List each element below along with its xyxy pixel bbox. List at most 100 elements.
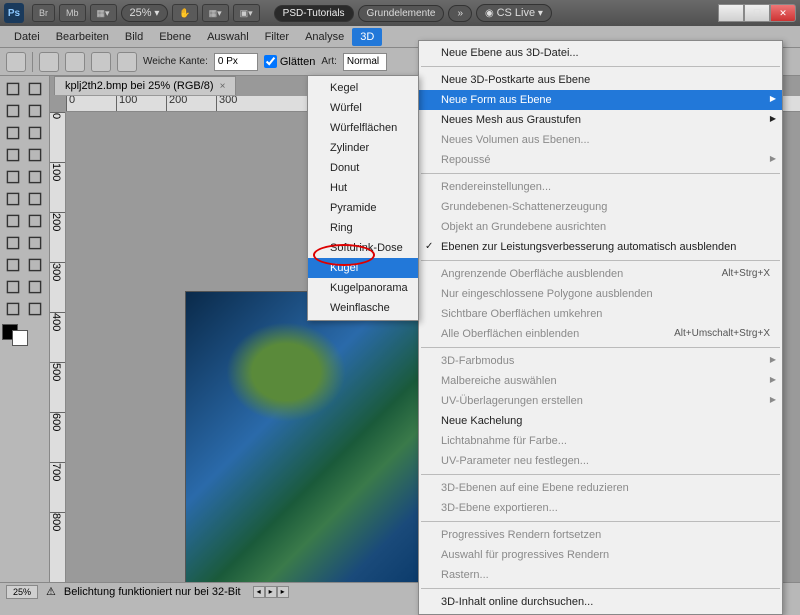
app-logo: Ps	[4, 3, 24, 23]
shape-wrfelflchen[interactable]: Würfelflächen	[308, 118, 418, 138]
shape-zylinder[interactable]: Zylinder	[308, 138, 418, 158]
pen-tool[interactable]	[2, 232, 24, 254]
gradient-tool[interactable]	[24, 188, 46, 210]
arrange-documents-icon[interactable]: ▦▾	[202, 4, 229, 22]
menu-ebene[interactable]: Ebene	[151, 28, 199, 46]
minimize-button[interactable]: —	[718, 4, 744, 22]
cs-live-button[interactable]: ◉ CS Live ▾	[476, 4, 552, 22]
feather-input[interactable]	[214, 53, 258, 71]
view-extras-button[interactable]: ▦▾	[90, 4, 117, 22]
shape-kegel[interactable]: Kegel	[308, 78, 418, 98]
eraser-tool[interactable]	[2, 188, 24, 210]
3d-menu-item[interactable]: Neue Ebene aus 3D-Datei...	[419, 43, 782, 63]
scroll-left-icon[interactable]: ◂	[253, 586, 265, 598]
hand-tool[interactable]	[2, 298, 24, 320]
3d-menu-item: Grundebenen-Schattenerzeugung	[419, 197, 782, 217]
close-button[interactable]: ✕	[770, 4, 796, 22]
menu-filter[interactable]: Filter	[257, 28, 297, 46]
eyedropper-tool[interactable]	[24, 122, 46, 144]
titlebar: Ps Br Mb ▦▾ 25% ▾ ✋ ▦▾ ▣▾ PSD-Tutorials …	[0, 0, 800, 26]
shape-donut[interactable]: Donut	[308, 158, 418, 178]
lasso-tool[interactable]	[2, 100, 24, 122]
3d-menu-item: Neues Volumen aus Ebenen...	[419, 130, 782, 150]
menu-datei[interactable]: Datei	[6, 28, 48, 46]
3d-menu-item: Repoussé▶	[419, 150, 782, 170]
zoom-level[interactable]: 25% ▾	[121, 4, 169, 22]
3d-menu-item: Malbereiche auswählen▶	[419, 371, 782, 391]
psd-tutorials-link[interactable]: PSD-Tutorials	[274, 5, 354, 22]
scroll-right-icon[interactable]: ▸	[277, 586, 289, 598]
shape-hut[interactable]: Hut	[308, 178, 418, 198]
status-message: Belichtung funktioniert nur bei 32-Bit	[64, 586, 241, 598]
window-controls: — ☐ ✕	[718, 4, 796, 22]
history-tool[interactable]	[24, 166, 46, 188]
bridge-button[interactable]: Br	[32, 4, 55, 22]
menu-bild[interactable]: Bild	[117, 28, 151, 46]
3d-menu-item[interactable]: Neue 3D-Postkarte aus Ebene	[419, 70, 782, 90]
brush-tool[interactable]	[24, 144, 46, 166]
style-label: Art:	[321, 56, 337, 67]
shape-kugel[interactable]: Kugel	[308, 258, 418, 278]
document-image[interactable]	[186, 292, 426, 582]
shape-weinflasche[interactable]: Weinflasche	[308, 298, 418, 318]
style-select[interactable]	[343, 53, 387, 71]
stamp-tool[interactable]	[2, 166, 24, 188]
shape-softdrinkdose[interactable]: Softdrink-Dose	[308, 238, 418, 258]
shape-tool[interactable]	[24, 254, 46, 276]
antialias-checkbox[interactable]: Glätten	[264, 55, 315, 68]
3d-menu-item: Nur eingeschlossene Polygone ausblenden	[419, 284, 782, 304]
3d-menu-item: UV-Parameter neu festlegen...	[419, 451, 782, 471]
zoom-tool[interactable]	[24, 298, 46, 320]
color-swatches[interactable]	[2, 324, 47, 346]
selection-intersect-icon[interactable]	[117, 52, 137, 72]
tool-preset-icon[interactable]	[6, 52, 26, 72]
shape-pyramide[interactable]: Pyramide	[308, 198, 418, 218]
menu-analyse[interactable]: Analyse	[297, 28, 352, 46]
selection-subtract-icon[interactable]	[91, 52, 111, 72]
close-tab-icon[interactable]: ×	[220, 81, 226, 92]
wand-tool[interactable]	[24, 100, 46, 122]
screen-mode-icon[interactable]: ▣▾	[233, 4, 260, 22]
3d-menu-item: Alle Oberflächen einblendenAlt+Umschalt+…	[419, 324, 782, 344]
menu-bearbeiten[interactable]: Bearbeiten	[48, 28, 117, 46]
menu-auswahl[interactable]: Auswahl	[199, 28, 257, 46]
3d-menu-item[interactable]: Neue Kachelung	[419, 411, 782, 431]
workspace-grundelemente[interactable]: Grundelemente	[358, 5, 445, 22]
3d-menu-item: Objekt an Grundebene ausrichten	[419, 217, 782, 237]
3d-menu-item: 3D-Ebenen auf eine Ebene reduzieren	[419, 478, 782, 498]
selection-new-icon[interactable]	[39, 52, 59, 72]
3d-menu-item: 3D-Ebene exportieren...	[419, 498, 782, 518]
marquee-tool[interactable]	[24, 78, 46, 100]
status-scroll-controls: ◂ ▸ ▸	[253, 586, 289, 598]
menu-3d[interactable]: 3D	[352, 28, 382, 46]
3d-menu-item[interactable]: Neues Mesh aus Graustufen▶	[419, 110, 782, 130]
heal-tool[interactable]	[2, 144, 24, 166]
feather-label: Weiche Kante:	[143, 56, 208, 67]
3d-menu-item: UV-Überlagerungen erstellen▶	[419, 391, 782, 411]
shape-kugelpanorama[interactable]: Kugelpanorama	[308, 278, 418, 298]
workspace-more[interactable]: »	[448, 5, 472, 22]
3d-rotate-tool[interactable]	[2, 276, 24, 298]
hand-tool-icon[interactable]: ✋	[172, 4, 197, 22]
exposure-warning-icon: ⚠	[46, 585, 56, 598]
blur-tool[interactable]	[2, 210, 24, 232]
3d-menu-item[interactable]: ✓Ebenen zur Leistungsverbesserung automa…	[419, 237, 782, 257]
selection-add-icon[interactable]	[65, 52, 85, 72]
dodge-tool[interactable]	[24, 210, 46, 232]
crop-tool[interactable]	[2, 122, 24, 144]
3d-menu-item[interactable]: 3D-Inhalt online durchsuchen...	[419, 592, 782, 612]
shape-wrfel[interactable]: Würfel	[308, 98, 418, 118]
3d-menu-item[interactable]: Neue Form aus Ebene▶	[419, 90, 782, 110]
3d-menu-item: 3D-Farbmodus▶	[419, 351, 782, 371]
status-zoom[interactable]: 25%	[6, 585, 38, 599]
scroll-play-icon[interactable]: ▸	[265, 586, 277, 598]
document-tab[interactable]: kplj2th2.bmp bei 25% (RGB/8)×	[54, 76, 236, 95]
3d-orbit-tool[interactable]	[24, 276, 46, 298]
type-tool[interactable]	[24, 232, 46, 254]
shape-ring[interactable]: Ring	[308, 218, 418, 238]
maximize-button[interactable]: ☐	[744, 4, 770, 22]
minibridge-button[interactable]: Mb	[59, 4, 86, 22]
3d-menu-item: Angrenzende Oberfläche ausblendenAlt+Str…	[419, 264, 782, 284]
path-tool[interactable]	[2, 254, 24, 276]
move-tool[interactable]	[2, 78, 24, 100]
